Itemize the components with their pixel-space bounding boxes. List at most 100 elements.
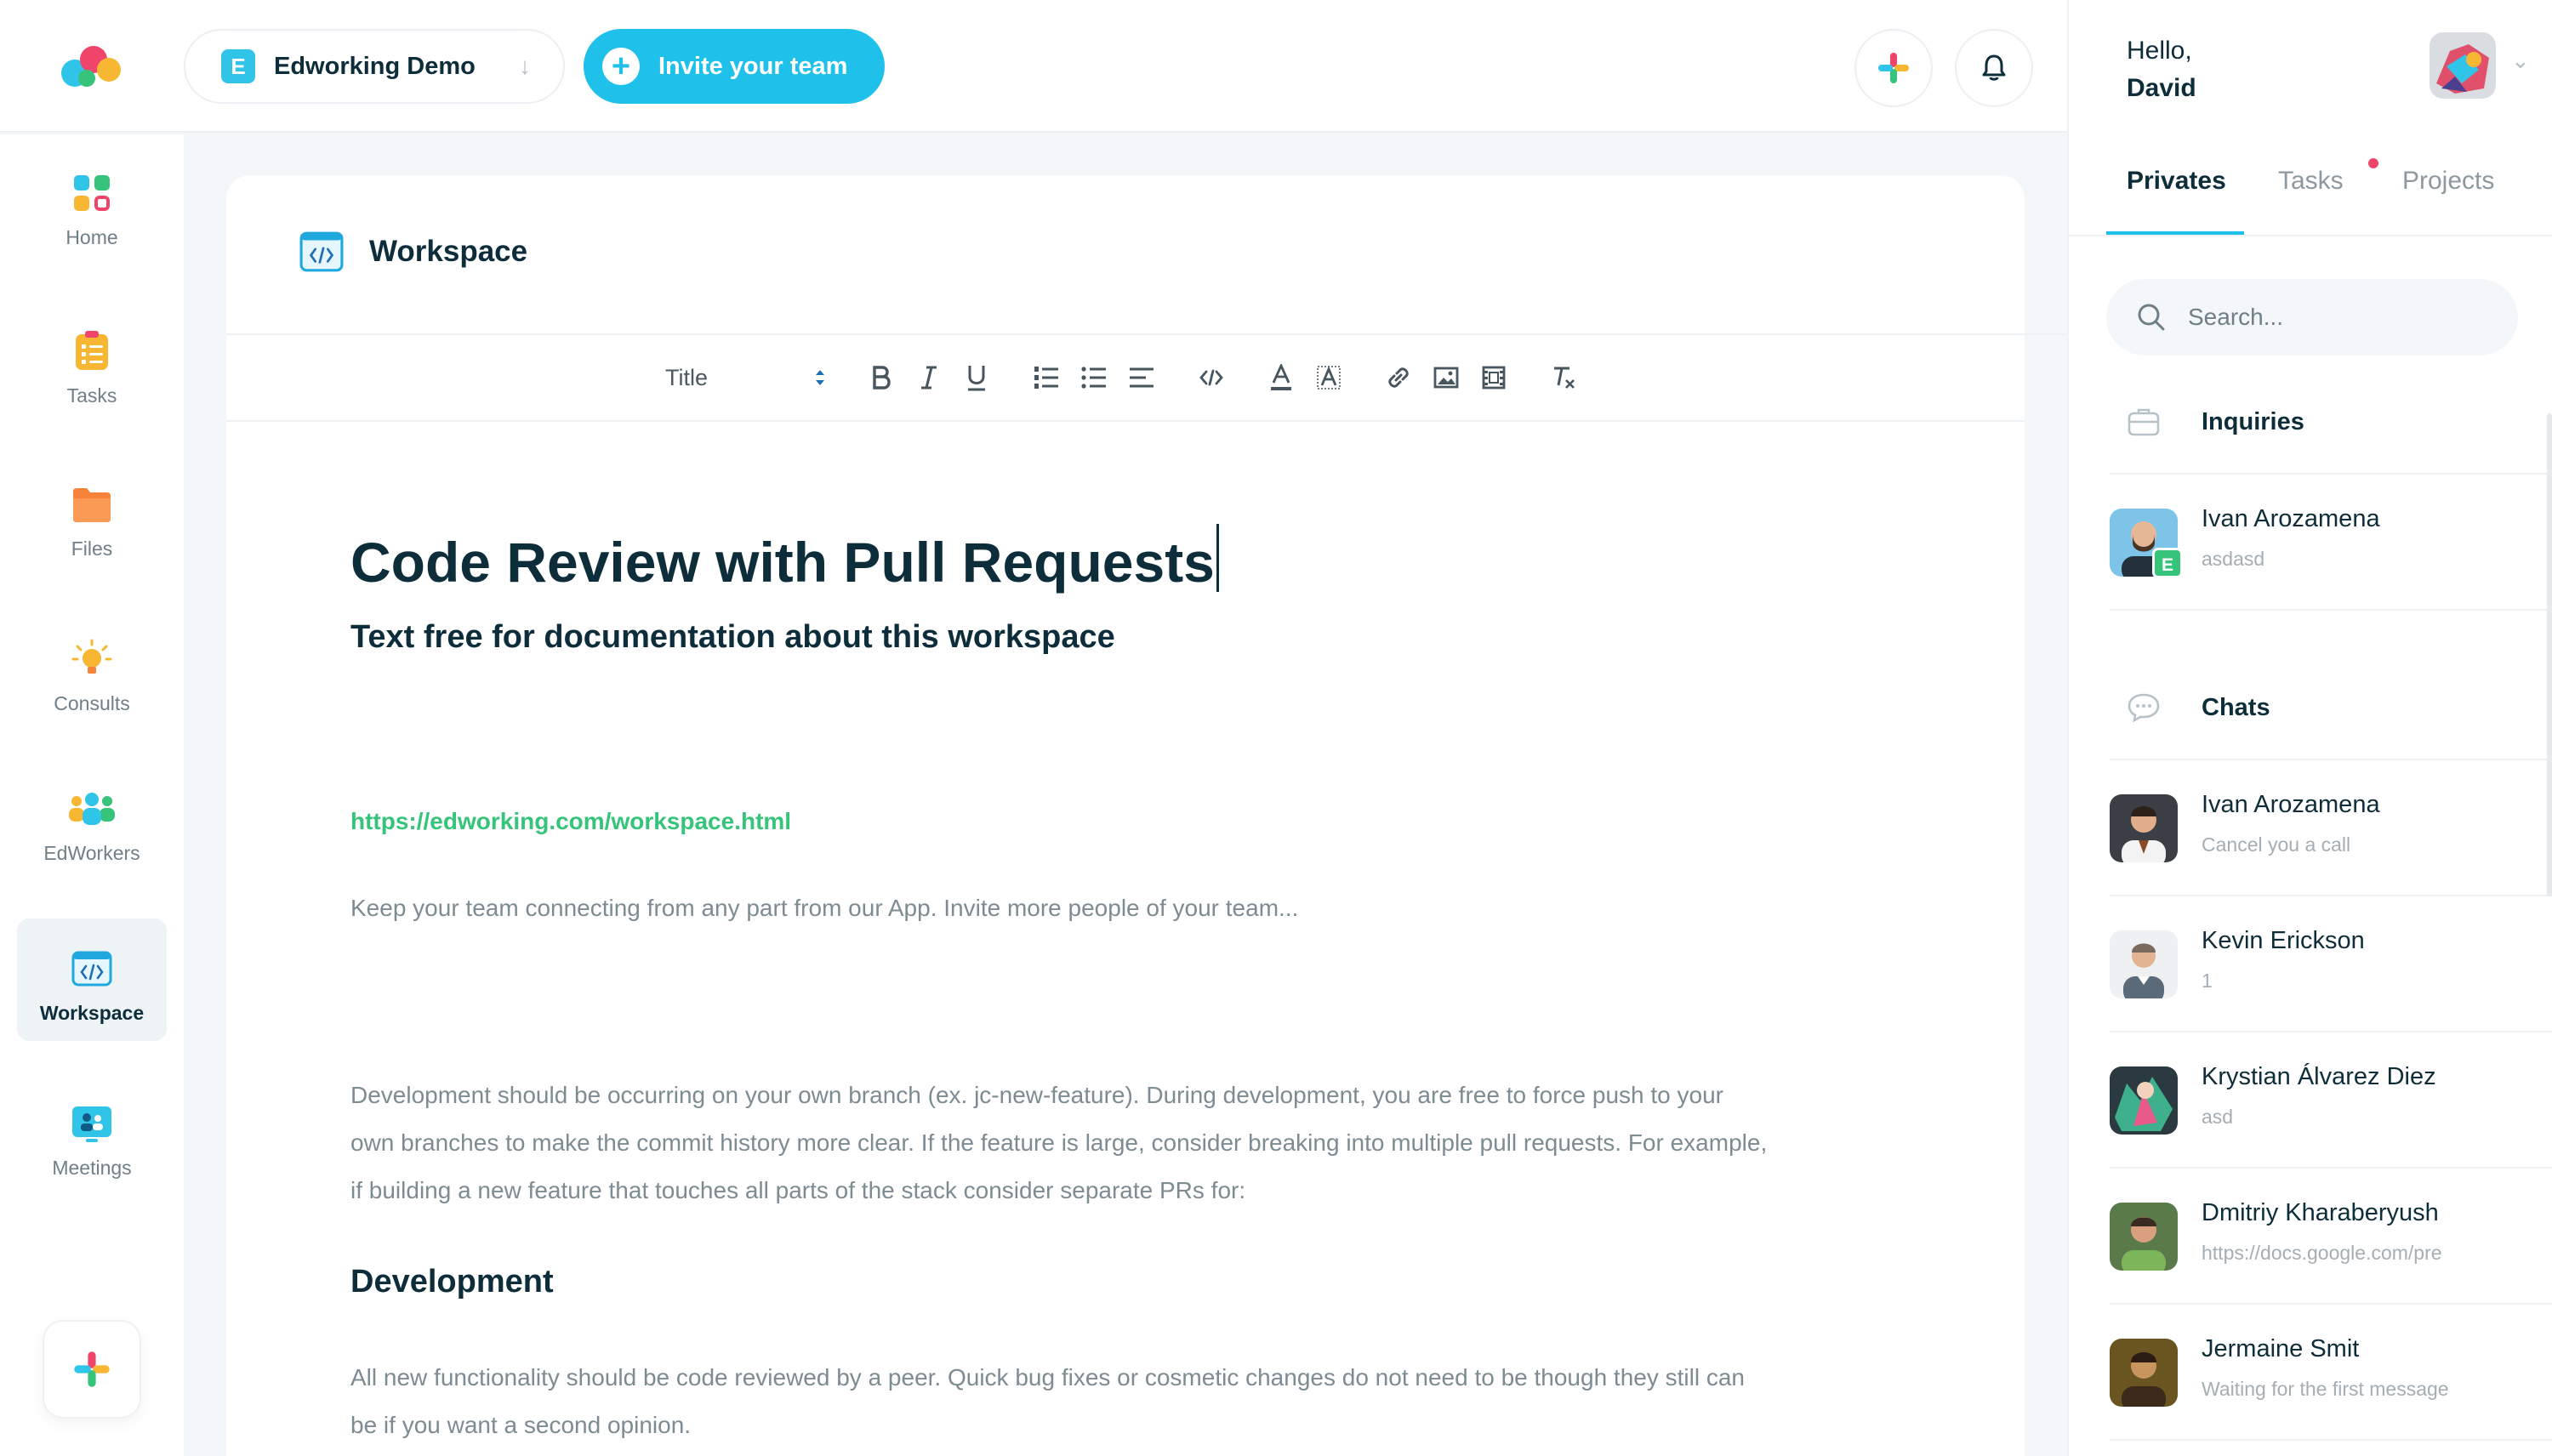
quick-add-button[interactable]	[1854, 29, 1933, 107]
bold-button[interactable]	[863, 359, 900, 396]
video-button[interactable]	[1475, 359, 1512, 396]
highlight-button[interactable]	[1310, 359, 1347, 396]
paragraph-3-line: All new functionality should be code rev…	[350, 1364, 1745, 1391]
list-item[interactable]: Jermaine Smit Waiting for the first mess…	[2110, 1305, 2552, 1441]
greeting-text: Hello,	[2127, 37, 2192, 65]
paragraph-1[interactable]: Keep your team connecting from any part …	[350, 884, 1298, 932]
top-bar: E Edworking Demo ↓ + Invite your team	[0, 0, 2067, 133]
tab-privates[interactable]: Privates	[2127, 167, 2226, 196]
workspace-selector[interactable]: E Edworking Demo ↓	[184, 29, 565, 104]
text-color-button[interactable]	[1262, 359, 1300, 396]
select-arrows-icon	[816, 370, 824, 385]
italic-button[interactable]	[910, 359, 948, 396]
user-name: David	[2127, 74, 2196, 102]
nav-item-tasks[interactable]: Tasks	[17, 301, 167, 424]
formatting-toolbar: Title	[665, 335, 1592, 420]
search-box	[2106, 279, 2518, 355]
meeting-icon	[72, 1106, 111, 1142]
nav-item-meetings[interactable]: Meetings	[17, 1073, 167, 1196]
nav-item-consults[interactable]: Consults	[17, 609, 167, 731]
chat-bubble-icon	[2128, 693, 2160, 723]
right-tabs: Privates Tasks Projects	[2069, 134, 2552, 236]
align-left-icon	[1130, 367, 1154, 388]
search-input[interactable]	[2188, 304, 2494, 331]
nav-item-home[interactable]: Home	[17, 143, 167, 265]
format-select[interactable]: Title	[665, 365, 827, 391]
code-brackets-icon	[1199, 369, 1223, 386]
section-heading-development[interactable]: Development	[350, 1264, 554, 1300]
page-title: Workspace	[369, 235, 528, 268]
avatar[interactable]	[2430, 32, 2496, 99]
contact-photo	[2110, 794, 2178, 862]
inquiries-title: Inquiries	[2202, 407, 2304, 435]
paragraph-2[interactable]: Development should be occurring on your …	[350, 1072, 1767, 1214]
italic-icon	[921, 366, 937, 390]
divider	[226, 420, 2025, 422]
search-icon	[2138, 304, 2165, 331]
underline-icon	[968, 366, 985, 391]
nav-item-edworkers[interactable]: EdWorkers	[17, 759, 167, 881]
link-button[interactable]	[1380, 359, 1417, 396]
image-button[interactable]	[1427, 359, 1465, 396]
edworking-logo-icon[interactable]	[58, 41, 129, 92]
briefcase-icon	[2128, 408, 2160, 436]
left-navigation: Home Tasks Files Consults EdWorkers Work…	[0, 134, 184, 1456]
film-icon	[1482, 366, 1506, 390]
contact-name: Krystian Álvarez Diez	[2202, 1063, 2436, 1090]
nav-item-files[interactable]: Files	[17, 454, 167, 577]
document-title[interactable]: Code Review with Pull Requests	[350, 524, 1219, 594]
greeting: Hello, David	[2127, 32, 2196, 107]
workspace-link[interactable]: https://edworking.com/workspace.html	[350, 808, 791, 835]
nav-label-edworkers: EdWorkers	[43, 842, 140, 864]
nav-item-workspace[interactable]: Workspace	[17, 919, 167, 1041]
code-block-button[interactable]	[1193, 359, 1230, 396]
paragraph-2-line: if building a new feature that touches a…	[350, 1177, 1246, 1203]
clear-format-icon	[1554, 367, 1575, 389]
ordered-list-button[interactable]	[1028, 359, 1065, 396]
contact-preview: 1	[2202, 970, 2213, 992]
bullet-list-button[interactable]	[1075, 359, 1113, 396]
nav-label-tasks: Tasks	[66, 384, 117, 407]
underline-button[interactable]	[958, 359, 995, 396]
paragraph-3-line: be if you want a second opinion.	[350, 1412, 692, 1438]
invite-team-label: Invite your team	[658, 52, 848, 80]
ordered-list-icon	[1034, 367, 1058, 389]
contact-preview: asd	[2202, 1106, 2234, 1128]
contact-name: Kevin Erickson	[2202, 927, 2365, 954]
chevron-down-icon[interactable]: ⌄	[2511, 48, 2530, 74]
bold-icon	[873, 366, 891, 390]
code-icon	[299, 231, 344, 272]
document-subtitle[interactable]: Text free for documentation about this w…	[350, 619, 1115, 656]
paragraph-2-line: own branches to make the commit history …	[350, 1129, 1768, 1156]
image-icon	[1433, 367, 1459, 389]
avatar	[2110, 930, 2178, 998]
contact-photo	[2110, 1066, 2178, 1135]
list-item[interactable]: Krystian Álvarez Diez asd	[2110, 1032, 2552, 1169]
paragraph-3[interactable]: All new functionality should be code rev…	[350, 1354, 1745, 1449]
invite-team-button[interactable]: + Invite your team	[584, 29, 885, 104]
scrollbar[interactable]	[2547, 413, 2552, 896]
list-item[interactable]: Dmitriy Kharaberyush https://docs.google…	[2110, 1169, 2552, 1305]
quick-add-fab[interactable]	[43, 1320, 141, 1419]
home-icon	[74, 175, 110, 211]
list-item[interactable]: Kevin Erickson 1	[2110, 896, 2552, 1032]
workspace-badge: E	[2152, 548, 2183, 578]
active-tab-indicator	[2106, 231, 2244, 235]
tab-projects[interactable]: Projects	[2402, 167, 2494, 196]
clear-format-button[interactable]	[1545, 359, 1582, 396]
list-item[interactable]: Ivan Arozamena Cancel you a call	[2110, 760, 2552, 896]
colorful-plus-icon	[74, 1351, 110, 1387]
nav-label-consults: Consults	[54, 692, 130, 714]
format-select-value: Title	[665, 364, 709, 390]
notifications-button[interactable]	[1955, 29, 2033, 107]
notification-dot	[2368, 158, 2378, 168]
tab-tasks[interactable]: Tasks	[2278, 167, 2344, 196]
align-button[interactable]	[1123, 359, 1160, 396]
user-avatar-image	[2430, 32, 2496, 99]
people-icon	[69, 793, 115, 825]
avatar	[2110, 1203, 2178, 1271]
bullet-list-icon	[1081, 367, 1106, 389]
nav-label-files: Files	[71, 537, 113, 560]
chats-title: Chats	[2202, 693, 2270, 721]
list-item[interactable]: E Ivan Arozamena asdasd	[2110, 475, 2552, 611]
